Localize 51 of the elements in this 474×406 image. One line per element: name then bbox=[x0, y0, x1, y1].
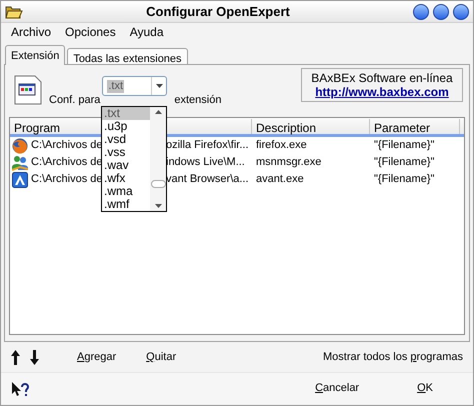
table-cell-text: ozilla Firefox\fir... bbox=[166, 138, 249, 154]
dropdown-option[interactable]: .txt bbox=[102, 107, 150, 120]
dropdown-option[interactable]: .vsd bbox=[102, 133, 150, 146]
table-cell-text: avant.exe bbox=[255, 172, 305, 188]
tab[interactable]: Todas las extensiones bbox=[67, 48, 188, 65]
help-pointer-icon[interactable] bbox=[11, 380, 29, 396]
scroll-thumb[interactable] bbox=[150, 180, 166, 188]
folder-icon bbox=[5, 4, 23, 18]
menu-item[interactable]: Ayuda bbox=[130, 23, 164, 41]
table-cell-text: firefox.exe bbox=[255, 138, 308, 154]
table-cell-text: "{Filename}" bbox=[373, 172, 436, 188]
caret-icon bbox=[156, 84, 163, 88]
dropdown-option[interactable]: .u3p bbox=[102, 120, 150, 133]
dropdown-option[interactable]: .wmf bbox=[102, 198, 150, 211]
info-text: BAxBEx Software en-línea bbox=[311, 72, 453, 84]
dropdown-option[interactable]: .wma bbox=[102, 185, 150, 198]
move-up-icon[interactable] bbox=[11, 350, 20, 364]
window-control-button[interactable] bbox=[413, 4, 429, 20]
extension-dropdown[interactable]: .txt bbox=[102, 76, 168, 96]
dropdown-option[interactable]: .wav bbox=[102, 159, 150, 172]
action-button[interactable]: Agregar bbox=[77, 348, 116, 366]
menu-item[interactable]: Archivo bbox=[11, 23, 52, 41]
move-down-icon[interactable] bbox=[30, 350, 39, 364]
table-cell-text: vant Browser\a... bbox=[166, 172, 249, 188]
column-header[interactable]: Parameter bbox=[370, 119, 460, 134]
table-cell-text: msnmsgr.exe bbox=[255, 155, 322, 170]
window-title: Configurar OpenExpert bbox=[145, 2, 291, 21]
field-label: Conf. para bbox=[49, 93, 100, 108]
table-cell-text: indows Live\M... bbox=[166, 155, 245, 170]
dropdown-option[interactable]: .vss bbox=[102, 146, 150, 159]
scroll-down-icon[interactable] bbox=[154, 204, 162, 208]
application-window-icon bbox=[14, 75, 42, 105]
field-label: extensión bbox=[174, 93, 222, 108]
window-control-button[interactable] bbox=[433, 4, 449, 20]
scrollbar[interactable] bbox=[150, 107, 166, 211]
people-icon bbox=[12, 154, 28, 170]
menu-item[interactable]: Opciones bbox=[65, 23, 116, 41]
action-button[interactable]: Quitar bbox=[146, 348, 176, 366]
dialog-button[interactable]: Cancelar bbox=[315, 380, 360, 397]
table-cell-text: "{Filename}" bbox=[373, 138, 436, 154]
column-header[interactable]: Description bbox=[252, 119, 370, 134]
window-control-button[interactable] bbox=[453, 4, 469, 20]
dropdown-option[interactable]: .wfx bbox=[102, 172, 150, 185]
scroll-up-icon[interactable] bbox=[154, 110, 162, 114]
action-button[interactable]: Mostrar todos los programas bbox=[322, 348, 463, 366]
globe-fox-icon bbox=[12, 138, 28, 154]
dialog-button[interactable]: OK bbox=[417, 380, 433, 397]
table-cell-text: "{Filename}" bbox=[373, 155, 436, 170]
website-link[interactable]: http://www.baxbex.com bbox=[315, 84, 449, 98]
app-icon bbox=[12, 172, 28, 188]
tab[interactable]: Extensión bbox=[5, 45, 66, 65]
